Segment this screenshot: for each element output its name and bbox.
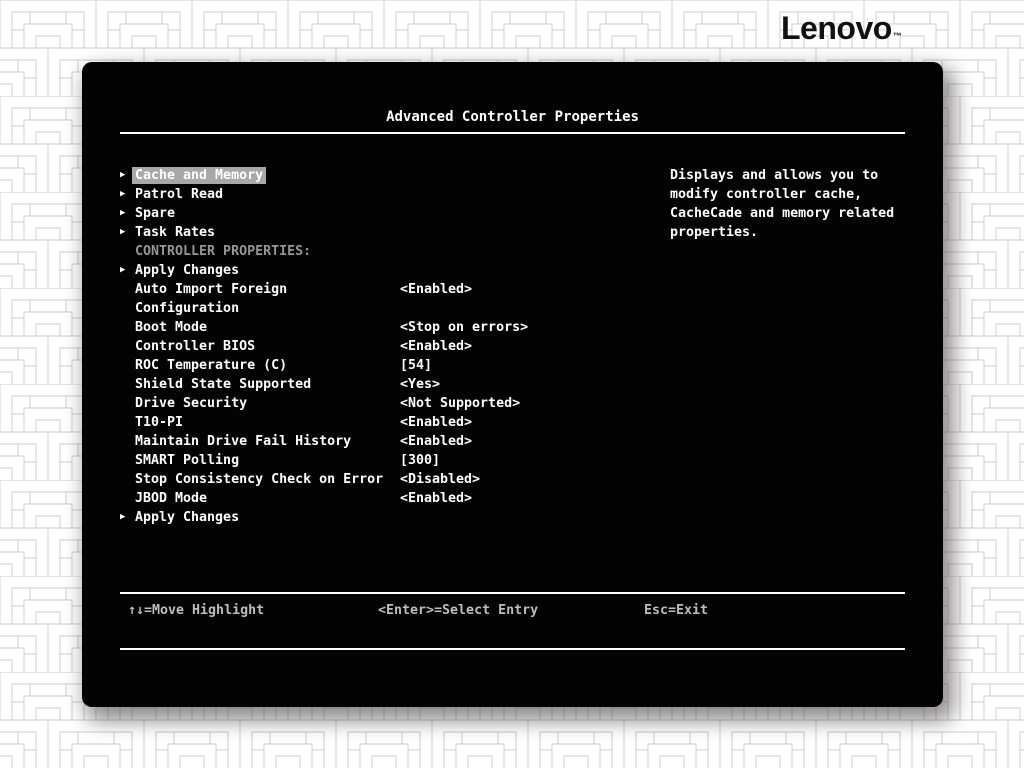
submenu-arrow-icon: ▶ <box>120 261 134 280</box>
help-text-line: Displays and allows you to <box>670 166 910 185</box>
menu-item-auto-import-foreign[interactable]: Auto Import Foreign <Enabled> <box>120 280 680 299</box>
menu-item-t10-pi[interactable]: T10-PI <Enabled> <box>120 413 680 432</box>
menu-item-maintain-drive-fail-history[interactable]: Maintain Drive Fail History <Enabled> <box>120 432 680 451</box>
menu-item-label: T10-PI <box>135 415 183 430</box>
help-text-line: properties. <box>670 223 910 242</box>
menu-item-patrol-read[interactable]: ▶ Patrol Read <box>120 185 680 204</box>
menu-item-roc-temperature: ROC Temperature (C) [54] <box>120 356 680 375</box>
page-title: Advanced Controller Properties <box>120 108 905 127</box>
help-text-line: CacheCade and memory related <box>670 204 910 223</box>
menu-item-cache-and-memory[interactable]: ▶ Cache and Memory <box>120 166 680 185</box>
help-panel: Displays and allows you to modify contro… <box>670 166 910 242</box>
menu-item-value: [54] <box>400 356 432 375</box>
menu-item-apply-changes-top[interactable]: ▶ Apply Changes <box>120 261 680 280</box>
menu-item-spare[interactable]: ▶ Spare <box>120 204 680 223</box>
menu-item-value: <Enabled> <box>400 280 472 299</box>
section-controller-properties: CONTROLLER PROPERTIES: <box>120 242 680 261</box>
menu-item-value: <Not Supported> <box>400 394 520 413</box>
submenu-arrow-icon: ▶ <box>120 166 134 185</box>
trademark-symbol: ™ <box>893 31 902 41</box>
menu-item-stop-consistency-check[interactable]: Stop Consistency Check on Error <Disable… <box>120 470 680 489</box>
footer-hint-move-highlight: ↑↓=Move Highlight <box>128 601 264 620</box>
submenu-arrow-icon: ▶ <box>120 223 134 242</box>
menu-item-auto-import-foreign-cont: Configuration <box>120 299 680 318</box>
menu-item-label: Configuration <box>135 301 239 316</box>
menu-item-controller-bios[interactable]: Controller BIOS <Enabled> <box>120 337 680 356</box>
menu-item-label: Shield State Supported <box>135 377 311 392</box>
menu-item-label: Cache and Memory <box>132 167 266 184</box>
menu-item-task-rates[interactable]: ▶ Task Rates <box>120 223 680 242</box>
footer-hint-select-entry: <Enter>=Select Entry <box>378 601 538 620</box>
menu-item-label: Maintain Drive Fail History <box>135 434 351 449</box>
menu-item-label: Controller BIOS <box>135 339 255 354</box>
menu-item-value: <Stop on errors> <box>400 318 528 337</box>
menu-item-value: <Enabled> <box>400 337 472 356</box>
footer-separator-line-top <box>120 592 905 594</box>
help-text-line: modify controller cache, <box>670 185 910 204</box>
menu-item-label: Auto Import Foreign <box>135 282 287 297</box>
menu-item-label: Apply Changes <box>135 510 239 525</box>
desktop-background: Lenovo™ Advanced Controller Properties ▶… <box>0 0 1024 768</box>
section-label: CONTROLLER PROPERTIES: <box>135 244 311 259</box>
menu-item-value: <Enabled> <box>400 432 472 451</box>
bios-setup-window: Advanced Controller Properties ▶ Cache a… <box>82 62 943 707</box>
menu-item-value: [300] <box>400 451 440 470</box>
menu-item-label: Spare <box>135 206 175 221</box>
menu-item-value: <Disabled> <box>400 470 480 489</box>
menu-item-smart-polling[interactable]: SMART Polling [300] <box>120 451 680 470</box>
submenu-arrow-icon: ▶ <box>120 508 134 527</box>
lenovo-logo-text: Lenovo <box>781 10 892 46</box>
menu-item-label: SMART Polling <box>135 453 239 468</box>
menu-item-label: Task Rates <box>135 225 215 240</box>
menu-item-value: <Yes> <box>400 375 440 394</box>
submenu-arrow-icon: ▶ <box>120 185 134 204</box>
menu-item-jbod-mode[interactable]: JBOD Mode <Enabled> <box>120 489 680 508</box>
settings-menu: ▶ Cache and Memory ▶ Patrol Read ▶ Spare… <box>120 166 680 527</box>
menu-item-shield-state-supported: Shield State Supported <Yes> <box>120 375 680 394</box>
menu-item-label: Boot Mode <box>135 320 207 335</box>
menu-item-apply-changes-bottom[interactable]: ▶ Apply Changes <box>120 508 680 527</box>
menu-item-value: <Enabled> <box>400 489 472 508</box>
menu-item-boot-mode[interactable]: Boot Mode <Stop on errors> <box>120 318 680 337</box>
menu-item-label: Apply Changes <box>135 263 239 278</box>
menu-item-drive-security: Drive Security <Not Supported> <box>120 394 680 413</box>
title-separator-line <box>120 132 905 134</box>
menu-item-label: Drive Security <box>135 396 247 411</box>
menu-item-label: JBOD Mode <box>135 491 207 506</box>
submenu-arrow-icon: ▶ <box>120 204 134 223</box>
menu-item-label: Patrol Read <box>135 187 223 202</box>
lenovo-logo: Lenovo™ <box>781 10 931 50</box>
menu-item-value: <Enabled> <box>400 413 472 432</box>
footer-separator-line-bottom <box>120 648 905 650</box>
menu-item-label: ROC Temperature (C) <box>135 358 287 373</box>
menu-item-label: Stop Consistency Check on Error <box>135 472 383 487</box>
footer-hint-exit: Esc=Exit <box>644 601 708 620</box>
